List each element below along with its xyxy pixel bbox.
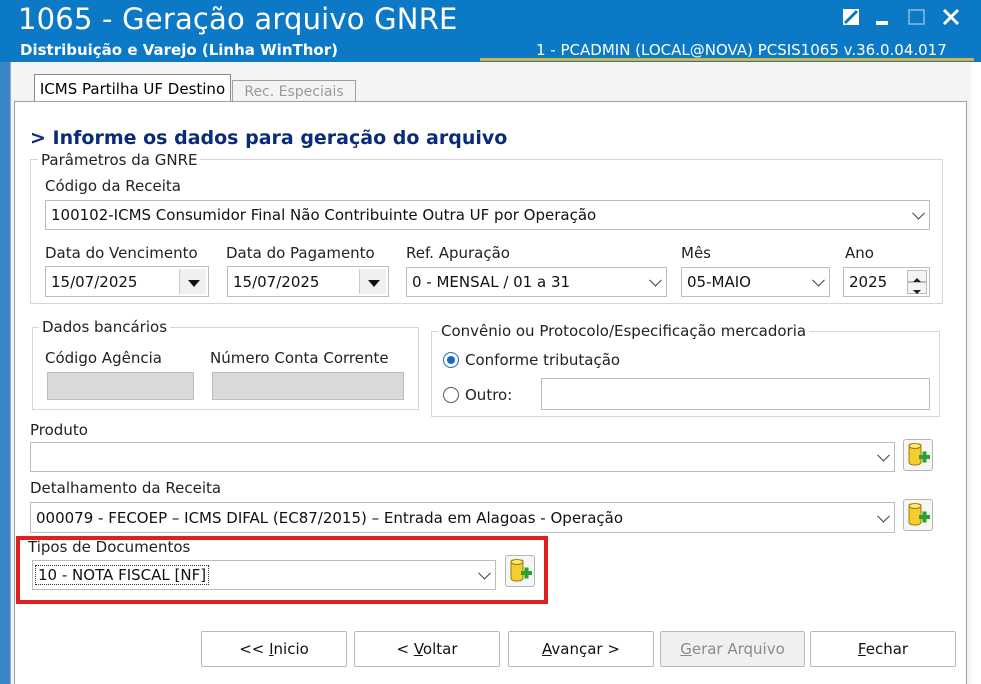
gerar-hotkey: G	[680, 640, 692, 658]
dropdown-arrow-icon[interactable]	[359, 269, 386, 294]
ano-label: Ano	[845, 244, 874, 262]
tab-rec-especiais-label: Rec. Especiais	[244, 84, 344, 100]
voltar-rest: oltar	[422, 640, 458, 658]
outro-radio[interactable]	[443, 387, 459, 403]
spin-down-icon[interactable]	[907, 282, 927, 294]
window-title: 1065 - Geração arquivo GNRE	[18, 2, 458, 36]
voltar-prefix: <	[396, 640, 414, 658]
tab-icms-partilha[interactable]: ICMS Partilha UF Destino	[34, 74, 231, 102]
data-vencimento-field[interactable]: 15/07/2025	[45, 266, 209, 297]
user-info: 1 - PCADMIN (LOCAL@NOVA) PCSIS1065 v.36.…	[536, 41, 947, 59]
avancar-hotkey: A	[542, 640, 552, 658]
produto-label: Produto	[30, 421, 88, 439]
add-produto-button[interactable]	[903, 439, 933, 471]
chevron-down-icon	[649, 273, 662, 287]
detalhamento-label: Detalhamento da Receita	[30, 479, 222, 497]
spin-up-icon[interactable]	[907, 270, 927, 282]
data-pagamento-value: 15/07/2025	[233, 272, 320, 291]
conforme-tributacao-label[interactable]: Conforme tributação	[465, 351, 620, 369]
parametros-legend: Parâmetros da GNRE	[38, 151, 201, 169]
data-vencimento-value: 15/07/2025	[51, 272, 138, 291]
codigo-receita-label: Código da Receita	[45, 177, 181, 195]
convenio-legend: Convênio ou Protocolo/Especificação merc…	[438, 322, 810, 340]
minimize-icon[interactable]	[872, 6, 894, 28]
voltar-button[interactable]: < Voltar	[354, 631, 500, 667]
mes-label: Mês	[681, 244, 711, 262]
restore-icon[interactable]	[840, 6, 862, 28]
avancar-rest: vançar >	[551, 640, 620, 658]
data-pagamento-label: Data do Pagamento	[226, 244, 375, 262]
conforme-tributacao-radio[interactable]	[443, 352, 459, 368]
inicio-prefix: <<	[239, 640, 270, 658]
mes-select[interactable]: 05-MAIO	[681, 267, 830, 297]
close-icon[interactable]	[940, 6, 962, 28]
data-vencimento-label: Data do Vencimento	[45, 244, 198, 262]
ref-apuracao-value: 0 - MENSAL / 01 a 31	[412, 273, 571, 291]
tab-icms-partilha-label: ICMS Partilha UF Destino	[39, 80, 226, 98]
data-pagamento-field[interactable]: 15/07/2025	[227, 266, 389, 297]
fechar-hotkey: F	[857, 640, 866, 658]
section-title: > Informe os dados para geração do arqui…	[30, 127, 508, 149]
dados-bancarios-legend: Dados bancários	[39, 318, 171, 336]
inicio-button[interactable]: << Inicio	[201, 631, 347, 667]
conta-label: Número Conta Corrente	[210, 349, 389, 367]
background-window-edge	[971, 62, 981, 684]
fechar-rest: echar	[865, 640, 909, 658]
chevron-down-icon	[877, 509, 890, 523]
detalhamento-select[interactable]: 000079 - FECOEP – ICMS DIFAL (EC87/2015)…	[30, 502, 895, 533]
ref-apuracao-label: Ref. Apuração	[406, 244, 510, 262]
inicio-rest: nicio	[273, 640, 309, 658]
mes-value: 05-MAIO	[687, 273, 751, 291]
ano-spinner[interactable]: 2025	[843, 267, 930, 297]
gerar-arquivo-button[interactable]: Gerar Arquivo	[660, 631, 805, 667]
outro-label[interactable]: Outro:	[465, 386, 512, 404]
chevron-down-icon	[812, 273, 825, 287]
avancar-button[interactable]: Avançar >	[508, 631, 654, 667]
voltar-hotkey: V	[413, 640, 423, 658]
fechar-button[interactable]: Fechar	[810, 631, 956, 667]
add-folder-icon	[908, 503, 930, 526]
window-subtitle: Distribuição e Varejo (Linha WinThor)	[20, 41, 338, 59]
highlight-box	[16, 536, 548, 604]
codigo-receita-select[interactable]: 100102-ICMS Consumidor Final Não Contrib…	[45, 200, 930, 230]
detalhamento-value: 000079 - FECOEP – ICMS DIFAL (EC87/2015)…	[36, 508, 624, 527]
chevron-down-icon	[877, 448, 890, 462]
tab-rec-especiais[interactable]: Rec. Especiais	[232, 80, 356, 102]
gerar-rest: erar Arquivo	[691, 640, 785, 658]
produto-select[interactable]	[30, 442, 895, 472]
agencia-label: Código Agência	[45, 349, 162, 367]
conta-field	[212, 372, 404, 400]
user-info-underline	[480, 58, 974, 61]
agencia-field	[47, 372, 194, 400]
chevron-down-icon	[912, 206, 925, 220]
add-detalhamento-button[interactable]	[903, 499, 933, 531]
dropdown-arrow-icon[interactable]	[179, 269, 206, 294]
codigo-receita-value: 100102-ICMS Consumidor Final Não Contrib…	[51, 206, 597, 224]
ref-apuracao-select[interactable]: 0 - MENSAL / 01 a 31	[406, 267, 667, 297]
maximize-icon[interactable]	[906, 6, 928, 28]
ano-value: 2025	[849, 273, 888, 291]
outro-input[interactable]	[541, 378, 930, 410]
add-folder-icon	[908, 443, 930, 466]
